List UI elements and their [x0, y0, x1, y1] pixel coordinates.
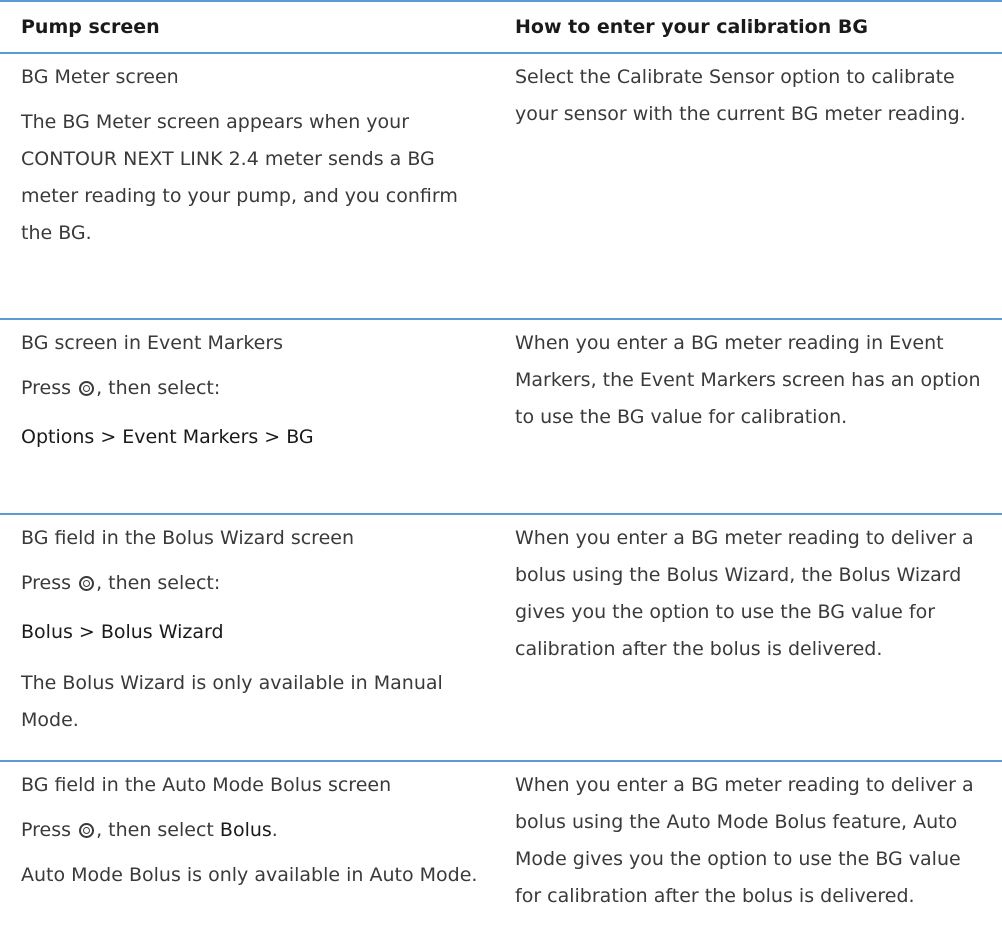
table-row: BG field in the Auto Mode Bolus screen P… — [0, 762, 1002, 935]
calibration-table: Pump screen How to enter your calibratio… — [0, 0, 1002, 935]
pump-screen-cell: BG field in the Auto Mode Bolus screen P… — [0, 762, 505, 935]
menu-path-item: Bolus Wizard — [100, 621, 224, 643]
pump-screen-title: BG field in the Auto Mode Bolus screen — [21, 774, 392, 796]
calibration-instructions: When you enter a BG meter reading in Eve… — [515, 332, 981, 428]
select-button-icon — [79, 576, 95, 591]
pump-screen-title: BG Meter screen — [21, 66, 179, 88]
pump-screen-title: BG screen in Event Markers — [21, 332, 284, 354]
availability-note: Auto Mode Bolus is only available in Aut… — [21, 864, 478, 886]
calibration-instructions-cell: When you enter a BG meter reading in Eve… — [505, 320, 1002, 513]
select-button-icon — [79, 823, 95, 838]
press-end: . — [271, 819, 278, 841]
press-label: Press — [21, 819, 72, 841]
header-pump-screen: Pump screen — [21, 15, 160, 38]
table-row: BG field in the Bolus Wizard screen Pres… — [0, 515, 1002, 762]
press-target: Bolus — [219, 819, 272, 841]
press-instruction: Press , then select: — [21, 370, 493, 407]
table-row: BG Meter screen The BG Meter screen appe… — [0, 54, 1002, 320]
press-middle: , then select — [96, 819, 214, 841]
calibration-instructions-cell: Select the Calibrate Sensor option to ca… — [505, 54, 1002, 318]
calibration-instructions-cell: When you enter a BG meter reading to del… — [505, 762, 1002, 935]
press-label: Press — [21, 572, 72, 594]
menu-path-item: BG — [286, 426, 314, 448]
calibration-instructions: When you enter a BG meter reading to del… — [515, 527, 974, 660]
table-header-row: Pump screen How to enter your calibratio… — [0, 0, 1002, 54]
menu-path-separator: > — [264, 426, 281, 448]
menu-path-item: Options — [21, 426, 95, 448]
menu-path-item: Bolus — [21, 621, 73, 643]
pump-screen-cell: BG field in the Bolus Wizard screen Pres… — [0, 515, 505, 760]
pump-screen-cell: BG Meter screen The BG Meter screen appe… — [0, 54, 505, 318]
menu-path: Bolus > Bolus Wizard — [21, 614, 493, 651]
availability-note: The Bolus Wizard is only available in Ma… — [21, 672, 443, 731]
menu-path-separator: > — [100, 426, 117, 448]
press-label: Press — [21, 377, 72, 399]
pump-screen-description: The BG Meter screen appears when your CO… — [21, 111, 458, 244]
press-instruction: Press , then select: — [21, 565, 493, 602]
select-button-icon — [79, 381, 95, 396]
menu-path: Options > Event Markers > BG — [21, 419, 493, 456]
calibration-instructions-cell: When you enter a BG meter reading to del… — [505, 515, 1002, 760]
calibration-instructions: When you enter a BG meter reading to del… — [515, 774, 974, 907]
pump-screen-title: BG field in the Bolus Wizard screen — [21, 527, 355, 549]
pump-screen-cell: BG screen in Event Markers Press , then … — [0, 320, 505, 513]
press-instruction: Press , then select Bolus. — [21, 812, 493, 849]
table-row: BG screen in Event Markers Press , then … — [0, 320, 1002, 515]
press-suffix: , then select: — [96, 572, 221, 594]
calibration-instructions: Select the Calibrate Sensor option to ca… — [515, 66, 966, 125]
press-suffix: , then select: — [96, 377, 221, 399]
header-how-to-enter: How to enter your calibration BG — [515, 15, 868, 38]
menu-path-item: Event Markers — [122, 426, 259, 448]
menu-path-separator: > — [78, 621, 95, 643]
